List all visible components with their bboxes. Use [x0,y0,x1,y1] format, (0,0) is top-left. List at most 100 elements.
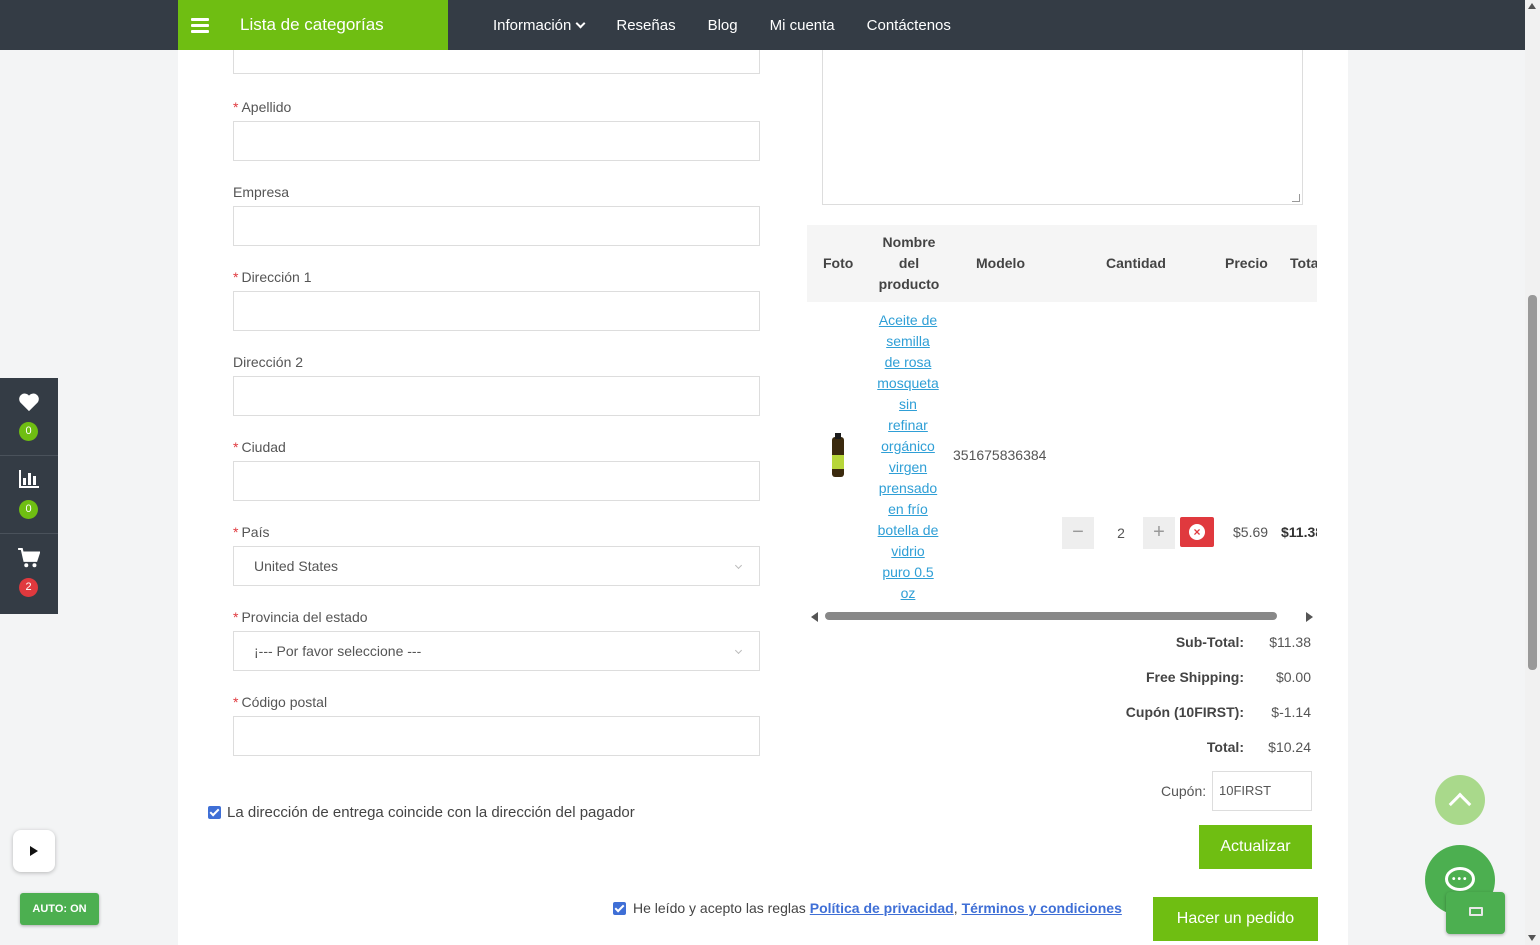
col-price: Precio [1225,255,1268,271]
required-mark: * [233,609,239,625]
category-list-title[interactable]: Lista de categorías [240,15,384,35]
scroll-to-top-button[interactable] [1435,775,1485,825]
country-select[interactable]: United States [233,546,760,586]
wishlist-shortcut[interactable]: 0 [0,378,58,456]
resize-handle-icon[interactable] [1292,194,1300,202]
product-name-line[interactable]: sin [870,394,946,415]
last-name-input[interactable] [233,121,760,161]
chevron-up-icon [1448,792,1472,816]
place-order-button[interactable]: Hacer un pedido [1153,897,1318,941]
menu-item-informacion[interactable]: Información [493,17,586,34]
terms-agreement: He leído y acepto las reglas Política de… [613,900,1122,916]
last-name-field: * Apellido [233,99,760,161]
address1-label: * Dirección 1 [233,269,760,286]
product-name-line[interactable]: refinar [870,415,946,436]
col-photo: Foto [823,255,854,271]
privacy-policy-link[interactable]: Política de privacidad [810,900,954,916]
product-name-line[interactable]: de rosa [870,352,946,373]
keyboard-icon [1469,907,1483,916]
required-mark: * [233,439,239,455]
terms-conditions-link[interactable]: Términos y condiciones [962,900,1122,916]
product-thumbnail[interactable] [821,432,855,480]
page-scrollbar-thumb[interactable] [1528,295,1537,670]
same-address-checkbox[interactable] [208,806,221,819]
quantity-input[interactable]: 2 [1099,517,1143,549]
product-name-line[interactable]: orgánico [870,436,946,457]
header-line: producto [878,276,940,292]
scrollbar-thumb[interactable] [825,612,1277,620]
address1-input[interactable] [233,291,760,331]
cart-shortcut[interactable]: 2 [0,534,58,612]
city-label: * Ciudad [233,439,760,456]
play-icon [30,846,38,856]
label-text: Ciudad [241,439,286,455]
update-button[interactable]: Actualizar [1199,825,1312,869]
bottle-icon [832,433,844,477]
same-address-option: La dirección de entrega coincide con la … [208,804,635,821]
terms-text: He leído y acepto las reglas [633,900,806,916]
coupon-discount-label: Cupón (10FIRST): [1125,704,1244,720]
product-name-line[interactable]: puro 0.5 [870,562,946,583]
keyboard-widget-button[interactable] [1446,892,1505,934]
remove-item-button[interactable]: × [1180,517,1214,547]
table-horizontal-scrollbar[interactable] [807,609,1317,623]
state-value: ¡--- Por favor seleccione --- [254,643,422,659]
address2-input[interactable] [233,376,760,416]
scroll-left-arrow-icon[interactable] [811,612,818,622]
category-menu-toggle[interactable]: Lista de categorías [178,0,448,50]
product-name-line[interactable]: Aceite de [870,310,946,331]
subtotal-label: Sub-Total: [1175,634,1244,650]
postcode-input[interactable] [233,716,760,756]
shipping-value: $0.00 [1275,669,1311,685]
label-text: Dirección 1 [241,269,312,285]
product-name-line[interactable]: prensado [870,478,946,499]
terms-separator: , [953,900,958,916]
hamburger-icon[interactable] [191,15,209,36]
scroll-right-arrow-icon[interactable] [1306,612,1313,622]
same-address-label: La dirección de entrega coincide con la … [227,804,635,821]
product-name-line[interactable]: oz [870,583,946,604]
cart-table: Foto Nombre del producto Modelo Cantidad… [807,225,1317,625]
required-mark: * [233,694,239,710]
coupon-field-label: Cupón: [1161,783,1207,799]
quantity-increase-button[interactable]: + [1143,517,1175,549]
heart-icon[interactable] [18,392,40,414]
page-vertical-scrollbar[interactable] [1525,0,1540,945]
cart-icon[interactable] [18,547,41,570]
state-label: * Provincia del estado [233,609,760,626]
state-select[interactable]: ¡--- Por favor seleccione --- [233,631,760,671]
compare-shortcut[interactable]: 0 [0,456,58,534]
address2-label: Dirección 2 [233,354,304,370]
product-name-line[interactable]: en frío [870,499,946,520]
auto-toggle-button[interactable]: AUTO: ON [20,893,99,925]
quantity-decrease-button[interactable]: − [1062,517,1094,549]
product-name-line[interactable]: virgen [870,457,946,478]
menu-item-contactenos[interactable]: Contáctenos [867,17,951,34]
terms-checkbox[interactable] [613,901,626,915]
product-name-line[interactable]: mosqueta [870,373,946,394]
menu-item-mi-cuenta[interactable]: Mi cuenta [770,17,835,34]
chevron-down-icon [575,18,586,28]
product-name-line[interactable]: botella de [870,520,946,541]
product-name-link[interactable]: Aceite de semilla de rosa mosqueta sin r… [870,310,946,604]
total-row: Total: $10.24 [1207,739,1311,755]
play-button[interactable] [13,830,55,872]
product-name-line[interactable]: vidrio [870,541,946,562]
address1-field: * Dirección 1 [233,269,760,331]
company-input[interactable] [233,206,760,246]
menu-item-blog[interactable]: Blog [708,17,738,34]
bar-chart-icon[interactable] [18,470,40,492]
col-total: Total [1290,255,1317,271]
menu-label[interactable]: Información [493,17,571,34]
coupon-input[interactable]: 10FIRST [1212,771,1312,811]
label-text: Apellido [241,99,292,115]
product-name-line[interactable]: semilla [870,331,946,352]
scroll-down-arrow-icon[interactable] [1528,935,1536,941]
city-input[interactable] [233,461,760,501]
order-comment-textarea[interactable] [822,40,1303,205]
required-mark: * [233,524,239,540]
menu-item-resenas[interactable]: Reseñas [616,17,675,34]
country-value: United States [254,558,339,574]
scroll-up-arrow-icon[interactable] [1528,3,1536,9]
chevron-down-icon [734,561,743,570]
